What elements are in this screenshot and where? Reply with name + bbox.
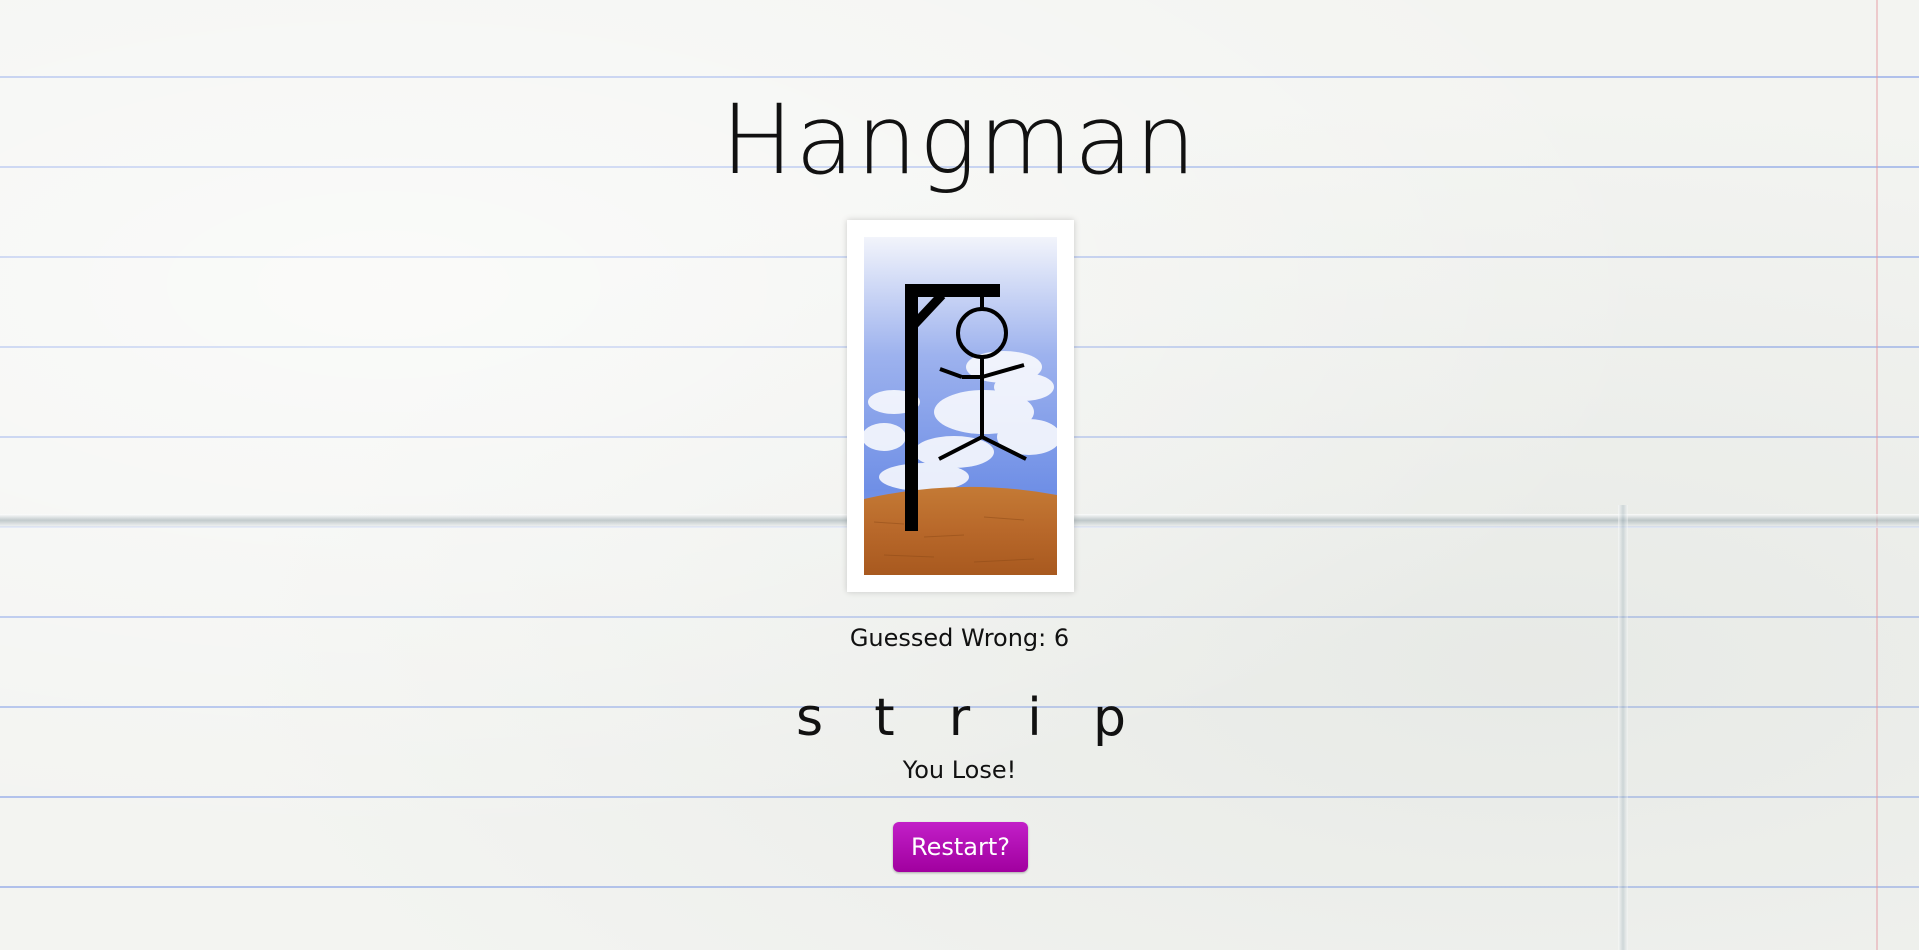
page-title: Hangman: [721, 84, 1198, 196]
game-result-message: You Lose!: [902, 756, 1017, 784]
restart-button[interactable]: Restart?: [893, 822, 1028, 872]
word-letter: r: [948, 688, 971, 748]
word-letter: t: [874, 688, 895, 748]
hangman-image-frame: [847, 220, 1074, 592]
word-letter: i: [1027, 688, 1042, 748]
word-letter: p: [1092, 688, 1126, 748]
wrong-guesses-counter: Guessed Wrong: 6: [849, 624, 1070, 652]
word-letter: s: [795, 688, 824, 748]
word-display: s t r i p: [0, 688, 1919, 748]
hangman-gallows-icon: [864, 237, 1057, 575]
